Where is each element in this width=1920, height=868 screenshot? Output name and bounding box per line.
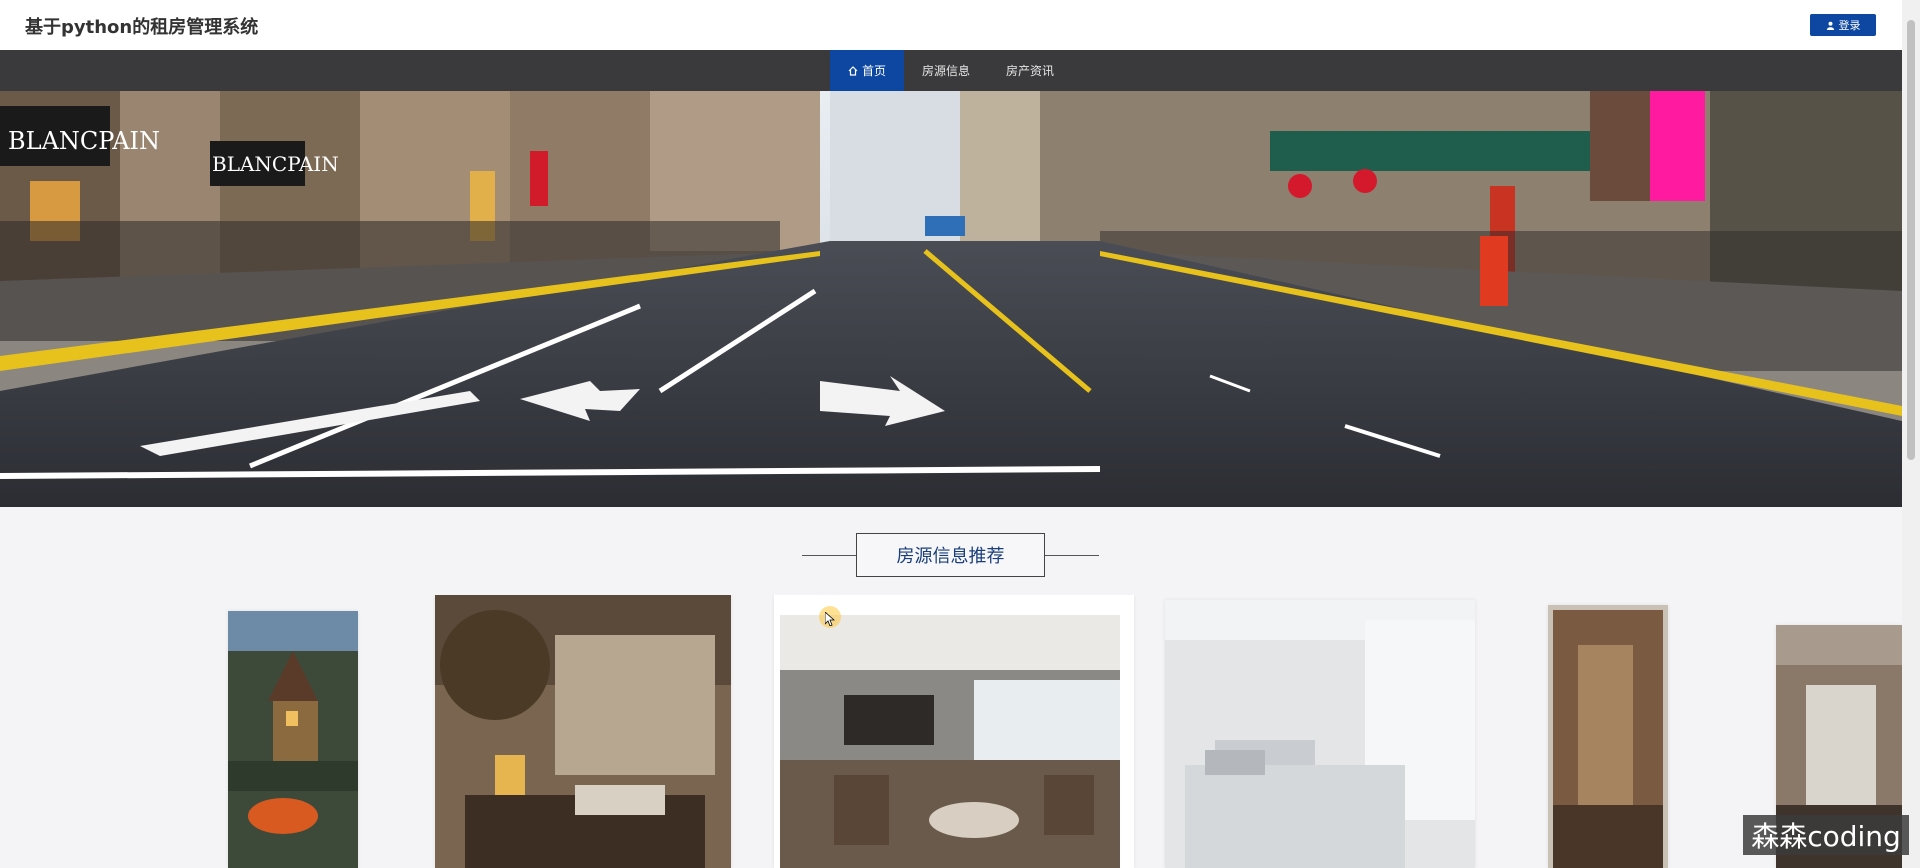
hotel-lounge-image <box>774 595 1134 868</box>
listing-card[interactable] <box>1548 605 1668 868</box>
nav-item-news[interactable]: 房产资讯 <box>988 50 1072 91</box>
room-brown-image <box>1548 605 1668 868</box>
living-room-image <box>435 595 731 868</box>
main-nav: 首页 房源信息 房产资讯 <box>0 50 1902 91</box>
bedroom-image <box>1165 600 1475 868</box>
hero-banner[interactable]: BLANCPAIN BLANCPAIN <box>0 91 1902 507</box>
site-title: 基于python的租房管理系统 <box>25 17 259 38</box>
section-title: 房源信息推荐 <box>856 533 1045 577</box>
listing-card[interactable] <box>1165 600 1475 868</box>
listing-carousel <box>0 595 1902 868</box>
home-icon <box>848 65 858 76</box>
nav-item-listings[interactable]: 房源信息 <box>904 50 988 91</box>
listing-card[interactable] <box>435 595 731 868</box>
divider-left <box>802 555 856 556</box>
shop-sign: BLANCPAIN <box>212 152 339 176</box>
top-bar: 基于python的租房管理系统 登录 <box>0 0 1902 50</box>
login-label: 登录 <box>1838 19 1861 32</box>
nav-label: 房产资讯 <box>1006 64 1055 78</box>
house-exterior-image <box>228 611 358 868</box>
shop-sign: BLANCPAIN <box>8 127 160 155</box>
listing-card[interactable] <box>774 595 1134 868</box>
street-photo: BLANCPAIN BLANCPAIN <box>0 91 1902 507</box>
user-icon <box>1826 21 1834 30</box>
section-header: 房源信息推荐 <box>0 530 1902 580</box>
nav-label: 首页 <box>861 64 886 78</box>
mouse-cursor <box>819 606 841 628</box>
scrollbar-thumb[interactable] <box>1907 20 1915 460</box>
nav-label: 房源信息 <box>921 64 970 78</box>
listing-card[interactable] <box>228 611 358 868</box>
divider-right <box>1045 555 1099 556</box>
page-scrollbar[interactable] <box>1902 0 1920 868</box>
nav-item-home[interactable]: 首页 <box>829 50 904 91</box>
cursor-arrow-icon <box>825 612 835 626</box>
login-button[interactable]: 登录 <box>1810 14 1876 36</box>
watermark: 森森coding <box>1743 815 1909 855</box>
